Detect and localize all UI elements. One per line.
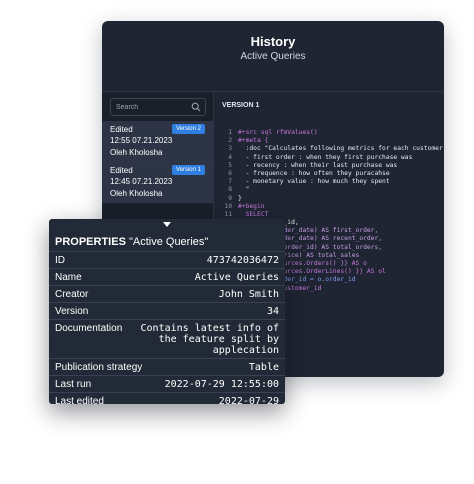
code-line: 7 - monetary value : how much they spent	[222, 178, 444, 186]
stage: History Active Queries Edited Version 2 …	[0, 0, 474, 484]
code-text: SELECT	[238, 210, 269, 218]
code-text: :doc "Calculates following metrics for e…	[238, 145, 444, 153]
version-badge: Version 1	[171, 165, 205, 175]
property-row: Last edited 2022-07-29	[49, 392, 285, 404]
search-icon[interactable]	[191, 102, 201, 112]
history-subtitle: Active Queries	[240, 51, 306, 62]
search-box	[110, 98, 206, 116]
line-number: 11	[224, 210, 232, 218]
code-text: - frequence : how often they puracahse	[238, 169, 390, 177]
code-line: 3 :doc "Calculates following metrics for…	[222, 145, 444, 153]
property-value: Contains latest info of the feature spli…	[140, 323, 279, 356]
property-value: John Smith	[218, 289, 279, 300]
code-line: 9}	[222, 195, 444, 203]
property-label: Name	[55, 272, 82, 283]
version-badge: Version 2	[171, 124, 205, 134]
code-line: 2 #+meta {	[222, 137, 444, 145]
version-date: 12:55 07.21.2023	[110, 136, 173, 145]
property-label: Creator	[55, 289, 89, 300]
line-number: 7	[228, 178, 232, 186]
caret-down-icon[interactable]	[163, 222, 171, 227]
property-label: Publication strategy	[55, 362, 143, 373]
line-number: 3	[228, 145, 232, 153]
history-header: History Active Queries	[102, 21, 444, 71]
search-input[interactable]	[111, 99, 192, 115]
code-line: 11 SELECT	[222, 211, 444, 219]
line-number: 4	[228, 153, 232, 161]
line-number: 8	[228, 186, 232, 194]
property-value: 34	[266, 306, 279, 317]
version-status: Edited	[110, 166, 133, 175]
code-text: }	[238, 194, 242, 202]
property-row: Documentation Contains latest info of the…	[49, 319, 285, 359]
code-text: #+meta {	[238, 137, 269, 145]
properties-title: PROPERTIES "Active Queries"	[55, 236, 208, 248]
property-row: Last run 2022-07-29 12:55:00	[49, 375, 285, 393]
property-label: Documentation	[55, 323, 123, 334]
property-value: Table	[248, 362, 279, 373]
code-line: 1 #+src sql rfmValues()	[222, 129, 444, 137]
properties-object-name: "Active Queries"	[128, 236, 209, 248]
code-text: #+src sql rfmValues()	[238, 129, 318, 136]
properties-panel: PROPERTIES "Active Queries" ID 4737420364…	[49, 219, 285, 404]
version-item-2[interactable]: Edited Version 2 12:55 07.21.2023 Oleh K…	[102, 121, 213, 162]
code-text: - monetary value : how much they spent	[238, 178, 390, 186]
property-value: 2022-07-29	[218, 396, 279, 404]
property-value: 2022-07-29 12:55:00	[164, 379, 279, 390]
properties-heading: PROPERTIES	[55, 236, 126, 248]
code-line: 4 - first order : when they first purcha…	[222, 154, 444, 162]
code-version-label: VERSION 1	[222, 102, 260, 109]
code-line: 10 #+begin	[222, 203, 444, 211]
line-number: 2	[228, 137, 232, 145]
line-number: 5	[228, 161, 232, 169]
history-title: History	[250, 34, 296, 49]
property-row: Creator John Smith	[49, 285, 285, 303]
property-row: ID 473742036472	[49, 251, 285, 269]
code-text: "	[238, 186, 250, 194]
code-text: - recency : when their last purchase was	[238, 161, 398, 169]
version-date: 12:45 07.21.2023	[110, 177, 173, 186]
property-row: Publication strategy Table	[49, 358, 285, 376]
property-value: 473742036472	[206, 255, 279, 266]
property-row: Name Active Queries	[49, 268, 285, 286]
property-value: Active Queries	[194, 272, 279, 283]
code-line: 6 - frequence : how often they puracahse	[222, 170, 444, 178]
property-row: Version 34	[49, 302, 285, 320]
code-text: - first order : when they first purchase…	[238, 153, 413, 161]
line-number: 6	[228, 169, 232, 177]
property-label: ID	[55, 255, 65, 266]
line-number: 9	[228, 194, 232, 202]
code-line: 5 - recency : when their last purchase w…	[222, 162, 444, 170]
property-label: Last edited	[55, 396, 104, 404]
version-item-1[interactable]: Edited Version 1 12:45 07.21.2023 Oleh K…	[102, 162, 213, 203]
property-label: Last run	[55, 379, 92, 390]
line-number: 10	[224, 202, 232, 210]
code-line: 8 "	[222, 186, 444, 194]
property-label: Version	[55, 306, 89, 317]
version-status: Edited	[110, 125, 133, 134]
properties-header: PROPERTIES "Active Queries"	[49, 229, 285, 252]
code-text: #+begin	[238, 202, 265, 210]
version-author: Oleh Kholosha	[110, 189, 163, 198]
version-author: Oleh Kholosha	[110, 148, 163, 157]
line-number: 1	[228, 129, 232, 136]
